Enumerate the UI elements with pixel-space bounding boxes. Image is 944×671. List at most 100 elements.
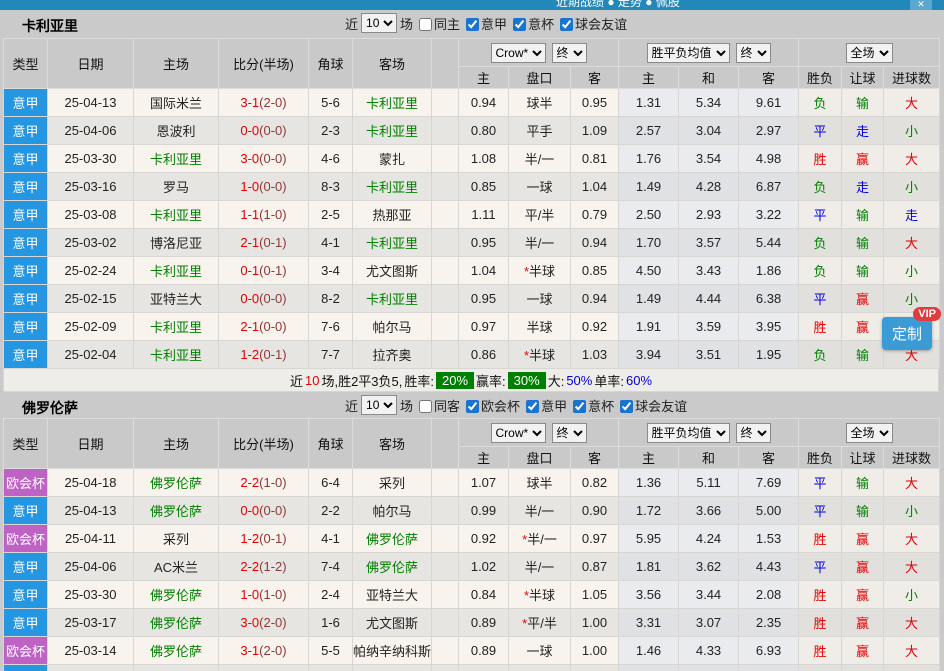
scope-select[interactable]: 全场 (846, 423, 893, 443)
col-gap (432, 419, 459, 469)
same-venue-filter[interactable]: 同客 (413, 396, 460, 415)
result-handicap: 走 (842, 117, 884, 145)
match-date: 25-03-30 (48, 145, 134, 173)
handicap-line: 一球 (509, 285, 571, 313)
result-goals: 大 (884, 553, 940, 581)
home-odds: 0.94 (459, 89, 509, 117)
league-checkbox[interactable] (526, 400, 539, 413)
league-checkbox[interactable] (560, 18, 573, 31)
avg-group-header: 胜平负均值 终 (619, 39, 799, 67)
league-filter[interactable]: 意杯 (567, 399, 614, 414)
league-checkbox[interactable] (466, 400, 479, 413)
result-handicap: 输 (842, 89, 884, 117)
avg-odds-select[interactable]: 胜平负均值 (647, 423, 730, 443)
handicap-text: 半/一 (525, 560, 555, 575)
home-odds: 0.84 (459, 581, 509, 609)
league-checkbox[interactable] (466, 18, 479, 31)
result-outcome: 平 (799, 497, 842, 525)
home-odds: 1.08 (459, 145, 509, 173)
handicap-line: 半/一 (509, 229, 571, 257)
away-odds: 1.03 (571, 341, 619, 369)
match-date: 25-02-15 (48, 285, 134, 313)
halftime-score: (0-0) (259, 291, 286, 306)
same-venue-checkbox[interactable] (419, 18, 432, 31)
handicap-text: 平/半 (527, 616, 557, 631)
win-rate-label: 胜率: (404, 371, 434, 390)
league-filter[interactable]: 意甲 (520, 399, 567, 414)
avg-draw-odds: 3.62 (679, 553, 739, 581)
near-label: 近 (345, 396, 358, 415)
away-odds: 0.82 (571, 469, 619, 497)
match-type-badge: 意甲 (4, 341, 48, 369)
away-odds: 0.90 (571, 497, 619, 525)
corner-score: 7-6 (309, 313, 353, 341)
result-goals: 小 (884, 581, 940, 609)
handicap-text: 平/半 (525, 208, 555, 223)
away-team: 卡利亚里 (353, 117, 432, 145)
col-result-goals: 进球数 (884, 67, 940, 89)
avg-odds-select[interactable]: 胜平负均值 (647, 43, 730, 63)
league-filter[interactable]: 欧会杯 (460, 399, 520, 414)
handicap-final-select[interactable]: 终 (552, 423, 587, 443)
avg-final-select[interactable]: 终 (736, 43, 771, 63)
col-handicap: 盘口 (509, 67, 571, 89)
score-cell: 1-2(0-1) (219, 341, 309, 369)
away-team: 帕纳辛纳科斯1 (353, 637, 432, 665)
close-icon[interactable]: ✕ (910, 0, 932, 10)
avg-final-select[interactable]: 终 (736, 423, 771, 443)
scope-select[interactable]: 全场 (846, 43, 893, 63)
fulltime-score: 0-0 (240, 291, 259, 306)
home-team: 采列 (134, 525, 219, 553)
match-row: 意甲25-04-13国际米兰3-1(2-0)5-6卡利亚里0.94球半0.951… (4, 89, 940, 117)
same-venue-filter[interactable]: 同主 (413, 14, 460, 33)
league-filter[interactable]: 意杯 (507, 17, 554, 32)
scope-group-header: 全场 (799, 39, 940, 67)
avg-away-odds: 6.42 (739, 665, 799, 671)
handicap-text: 球半 (526, 96, 552, 111)
handicap-final-select[interactable]: 终 (552, 43, 587, 63)
league-filter[interactable]: 球会友谊 (554, 17, 627, 32)
corner-score: 1-6 (309, 609, 353, 637)
recent-count-select[interactable]: 10 (361, 13, 397, 33)
match-type-badge: 意甲 (4, 313, 48, 341)
corner-score: 2-3 (309, 117, 353, 145)
match-date: 25-04-13 (48, 497, 134, 525)
handicap-line: 一球 (509, 665, 571, 671)
recent-count-select[interactable]: 10 (361, 395, 397, 415)
away-team: 热那亚 (353, 201, 432, 229)
league-checkbox[interactable] (513, 18, 526, 31)
same-venue-checkbox[interactable] (419, 400, 432, 413)
avg-draw-odds: 3.66 (679, 497, 739, 525)
corner-score: 3-4 (309, 257, 353, 285)
handicap-text: 平手 (526, 124, 552, 139)
col-type: 类型 (4, 39, 48, 89)
result-outcome: 胜 (799, 609, 842, 637)
away-team: 卡利亚里 (353, 173, 432, 201)
big-rate-value: 50% (566, 373, 592, 388)
avg-away-odds: 4.43 (739, 553, 799, 581)
league-filter[interactable]: 球会友谊 (614, 399, 687, 414)
match-type-badge: 欧会杯 (4, 525, 48, 553)
league-checkbox[interactable] (573, 400, 586, 413)
score-cell: 0-0(0-0) (219, 497, 309, 525)
gap-cell (432, 313, 459, 341)
bookmaker-select[interactable]: Crow* (491, 423, 546, 443)
league-filter[interactable]: 意甲 (460, 17, 507, 32)
handicap-line: *半球 (509, 341, 571, 369)
halftime-score: (1-0) (259, 475, 286, 490)
avg-draw-odds: 5.34 (679, 89, 739, 117)
avg-home-odds: 3.94 (619, 341, 679, 369)
match-type-badge: 意甲 (4, 89, 48, 117)
away-odds: 0.79 (571, 201, 619, 229)
home-odds: 0.95 (459, 285, 509, 313)
bookmaker-select[interactable]: Crow* (491, 43, 546, 63)
corner-score: 4-4 (309, 665, 353, 671)
avg-away-odds: 1.95 (739, 341, 799, 369)
match-date: 25-04-06 (48, 117, 134, 145)
league-checkbox[interactable] (620, 400, 633, 413)
match-type-badge: 意甲 (4, 201, 48, 229)
customize-button[interactable]: 定制 VIP (882, 317, 932, 350)
corner-score: 4-1 (309, 229, 353, 257)
away-odds: 0.97 (571, 525, 619, 553)
handicap-text: 半/一 (525, 504, 555, 519)
